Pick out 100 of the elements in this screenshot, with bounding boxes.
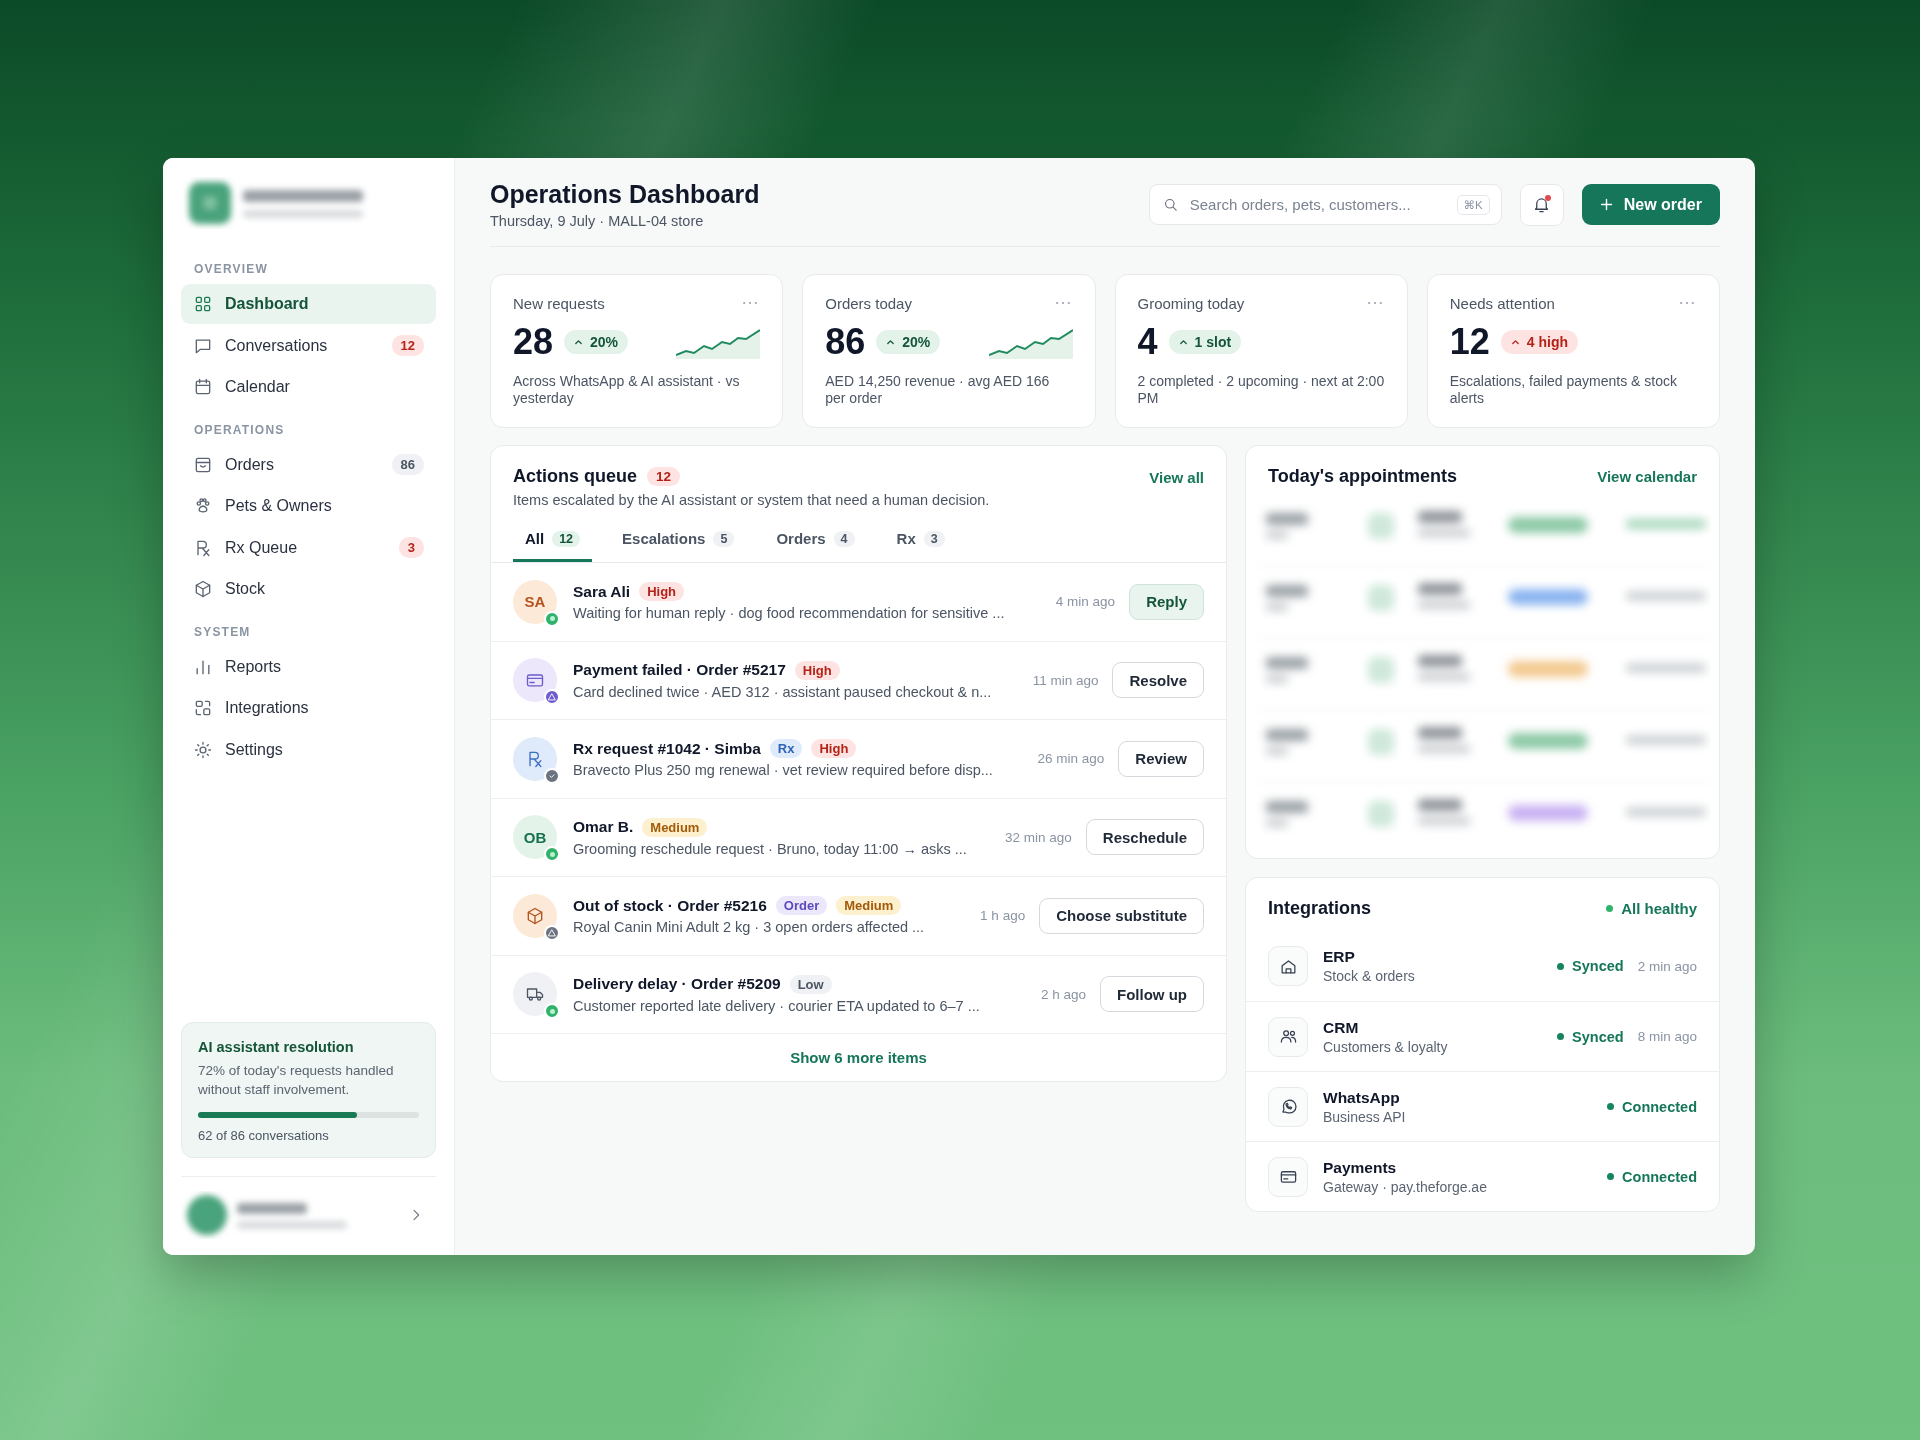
blocks-icon	[193, 698, 213, 718]
status-dot	[1606, 905, 1614, 912]
priority-tag: Medium	[642, 817, 708, 837]
status-dot	[1557, 962, 1565, 970]
item-description: Card declined twice · AED 312 · assistant paused checkout & n...	[573, 683, 993, 700]
priority-tag: High	[639, 582, 685, 602]
integration-description: Stock & orders	[1323, 968, 1416, 984]
item-description: Royal Canin Mini Adult 2 kg · 3 open orders affected ...	[573, 919, 926, 936]
card-title: Today's appointments	[1268, 466, 1457, 487]
nav-item[interactable]: Calendar	[181, 367, 436, 407]
timestamp: 26 min ago	[1037, 751, 1105, 767]
page-subtitle: Thursday, 9 July · MALL-04 store	[490, 213, 705, 229]
action-button[interactable]: Choose substitute	[1039, 897, 1204, 934]
status-dot	[1557, 1033, 1565, 1040]
timestamp: 4 min ago	[1055, 594, 1116, 610]
item-description: Bravecto Plus 250 mg renewal · vet review required before disp...	[573, 762, 994, 779]
card-title: Integrations	[1268, 898, 1371, 919]
priority-tag: High	[811, 739, 857, 759]
status-label: Synced	[1572, 958, 1624, 974]
nav-item[interactable]: Orders 86	[181, 444, 436, 485]
stat-note: Escalations, failed payments & stock alerts	[1449, 373, 1678, 408]
view-calendar-link[interactable]: View calendar	[1597, 468, 1697, 485]
category-tag: Rx	[769, 739, 803, 759]
stat-value: 12	[1449, 321, 1490, 363]
integration-name: WhatsApp	[1323, 1088, 1401, 1107]
nav-item[interactable]: Settings	[181, 729, 436, 770]
section-heading: OPERATIONS	[194, 422, 286, 437]
item-title: Delivery delay · Order #5209	[573, 975, 781, 994]
timestamp: 11 min ago	[1032, 672, 1099, 688]
count-badge: 12	[552, 530, 581, 547]
count-badge: 86	[391, 454, 424, 475]
nav-item[interactable]: Rx Queue 3	[181, 527, 436, 568]
priority-tag: Medium	[836, 896, 902, 916]
count-badge: 5	[713, 530, 735, 547]
tab[interactable]: Rx 3	[884, 522, 957, 562]
item-title: Omar B.	[573, 818, 634, 837]
settings-icon	[193, 739, 213, 760]
count-badge: 12	[391, 335, 424, 356]
promo-title: AI assistant resolution	[198, 1038, 355, 1055]
action-button[interactable]: Resolve	[1112, 662, 1204, 699]
shortcut-hint: ⌘K	[1456, 195, 1490, 215]
nav-item[interactable]: Reports	[181, 646, 436, 687]
item-title: Rx request #1042 · Simba	[573, 739, 761, 758]
stat-label: Grooming today	[1137, 294, 1245, 312]
stat-value: 28	[513, 321, 554, 363]
item-title: Sara Ali	[573, 582, 631, 601]
tab[interactable]: Escalations 5	[610, 522, 747, 562]
priority-tag: High	[794, 660, 840, 680]
tab[interactable]: Orders 4	[764, 522, 867, 562]
nav-item[interactable]: Dashboard	[181, 284, 436, 324]
integration-description: Gateway · pay.theforge.ae	[1323, 1178, 1488, 1195]
stat-note: Across WhatsApp & AI assistant · vs yesterday	[513, 373, 741, 408]
timestamp: 2 min ago	[1637, 958, 1697, 974]
view-all-link[interactable]: View all	[1149, 469, 1204, 486]
item-title: Payment failed · Order #5217	[573, 661, 786, 680]
page-title: Operations Dashboard	[490, 180, 760, 209]
count-badge: 3	[923, 530, 945, 547]
nav-item[interactable]: Pets & Owners	[181, 486, 436, 526]
timestamp: 2 h ago	[1040, 986, 1086, 1002]
integration-description: Business API	[1323, 1108, 1407, 1125]
status-label: Connected	[1622, 1168, 1697, 1185]
item-description: Grooming reschedule request · Bruno, today 11:00 → asks ...	[573, 840, 968, 857]
notifications-button[interactable]	[1519, 183, 1564, 226]
timestamp: 8 min ago	[1637, 1029, 1697, 1044]
nav-item[interactable]: Integrations	[181, 688, 436, 728]
calendar-icon	[193, 377, 213, 397]
grid-icon	[193, 294, 213, 314]
avatar: OB	[513, 815, 557, 860]
timestamp: 32 min ago	[1005, 829, 1072, 845]
action-button[interactable]: Reschedule	[1085, 819, 1204, 856]
status-label: Synced	[1572, 1028, 1624, 1045]
promo-text: 72% of today's requests handled without staff involvement.	[198, 1061, 395, 1100]
timestamp: 1 h ago	[980, 908, 1026, 924]
item-description: Customer reported late delivery · courier ETA updated to 6–7 ...	[573, 997, 981, 1014]
action-button[interactable]: Reply	[1129, 583, 1204, 620]
cube-icon	[525, 905, 545, 926]
stat-note: AED 14,250 revenue · avg AED 166 per order	[825, 373, 1051, 408]
priority-tag: Low	[789, 974, 832, 994]
stat-label: Needs attention	[1449, 294, 1555, 312]
count-badge: 12	[647, 467, 681, 486]
card-subtitle: Items escalated by the AI assistant or system that need a human decision.	[513, 492, 990, 508]
nav-item[interactable]: Conversations 12	[181, 325, 436, 366]
action-button[interactable]: Review	[1118, 740, 1204, 777]
count-badge: 4	[833, 530, 855, 547]
section-heading: SYSTEM	[194, 624, 252, 639]
stat-label: Orders today	[825, 294, 912, 312]
trend-value: 1 slot	[1194, 334, 1232, 350]
show-more-link[interactable]: Show 6 more items	[790, 1049, 927, 1066]
integration-name: CRM	[1323, 1018, 1360, 1037]
new-order-button[interactable]: New order	[1581, 184, 1720, 225]
nav-item[interactable]: Stock	[181, 569, 436, 609]
integration-name: Payments	[1323, 1158, 1398, 1177]
status-label: Connected	[1622, 1098, 1697, 1115]
item-title: Out of stock · Order #5216	[573, 896, 767, 915]
action-button[interactable]: Follow up	[1100, 976, 1204, 1013]
stat-note: 2 completed · 2 upcoming · next at 2:00 PM	[1137, 373, 1385, 408]
tab[interactable]: All 12	[513, 522, 593, 562]
category-tag: Order	[775, 896, 828, 916]
cube-icon	[193, 579, 213, 599]
stat-label: New requests	[513, 294, 605, 312]
